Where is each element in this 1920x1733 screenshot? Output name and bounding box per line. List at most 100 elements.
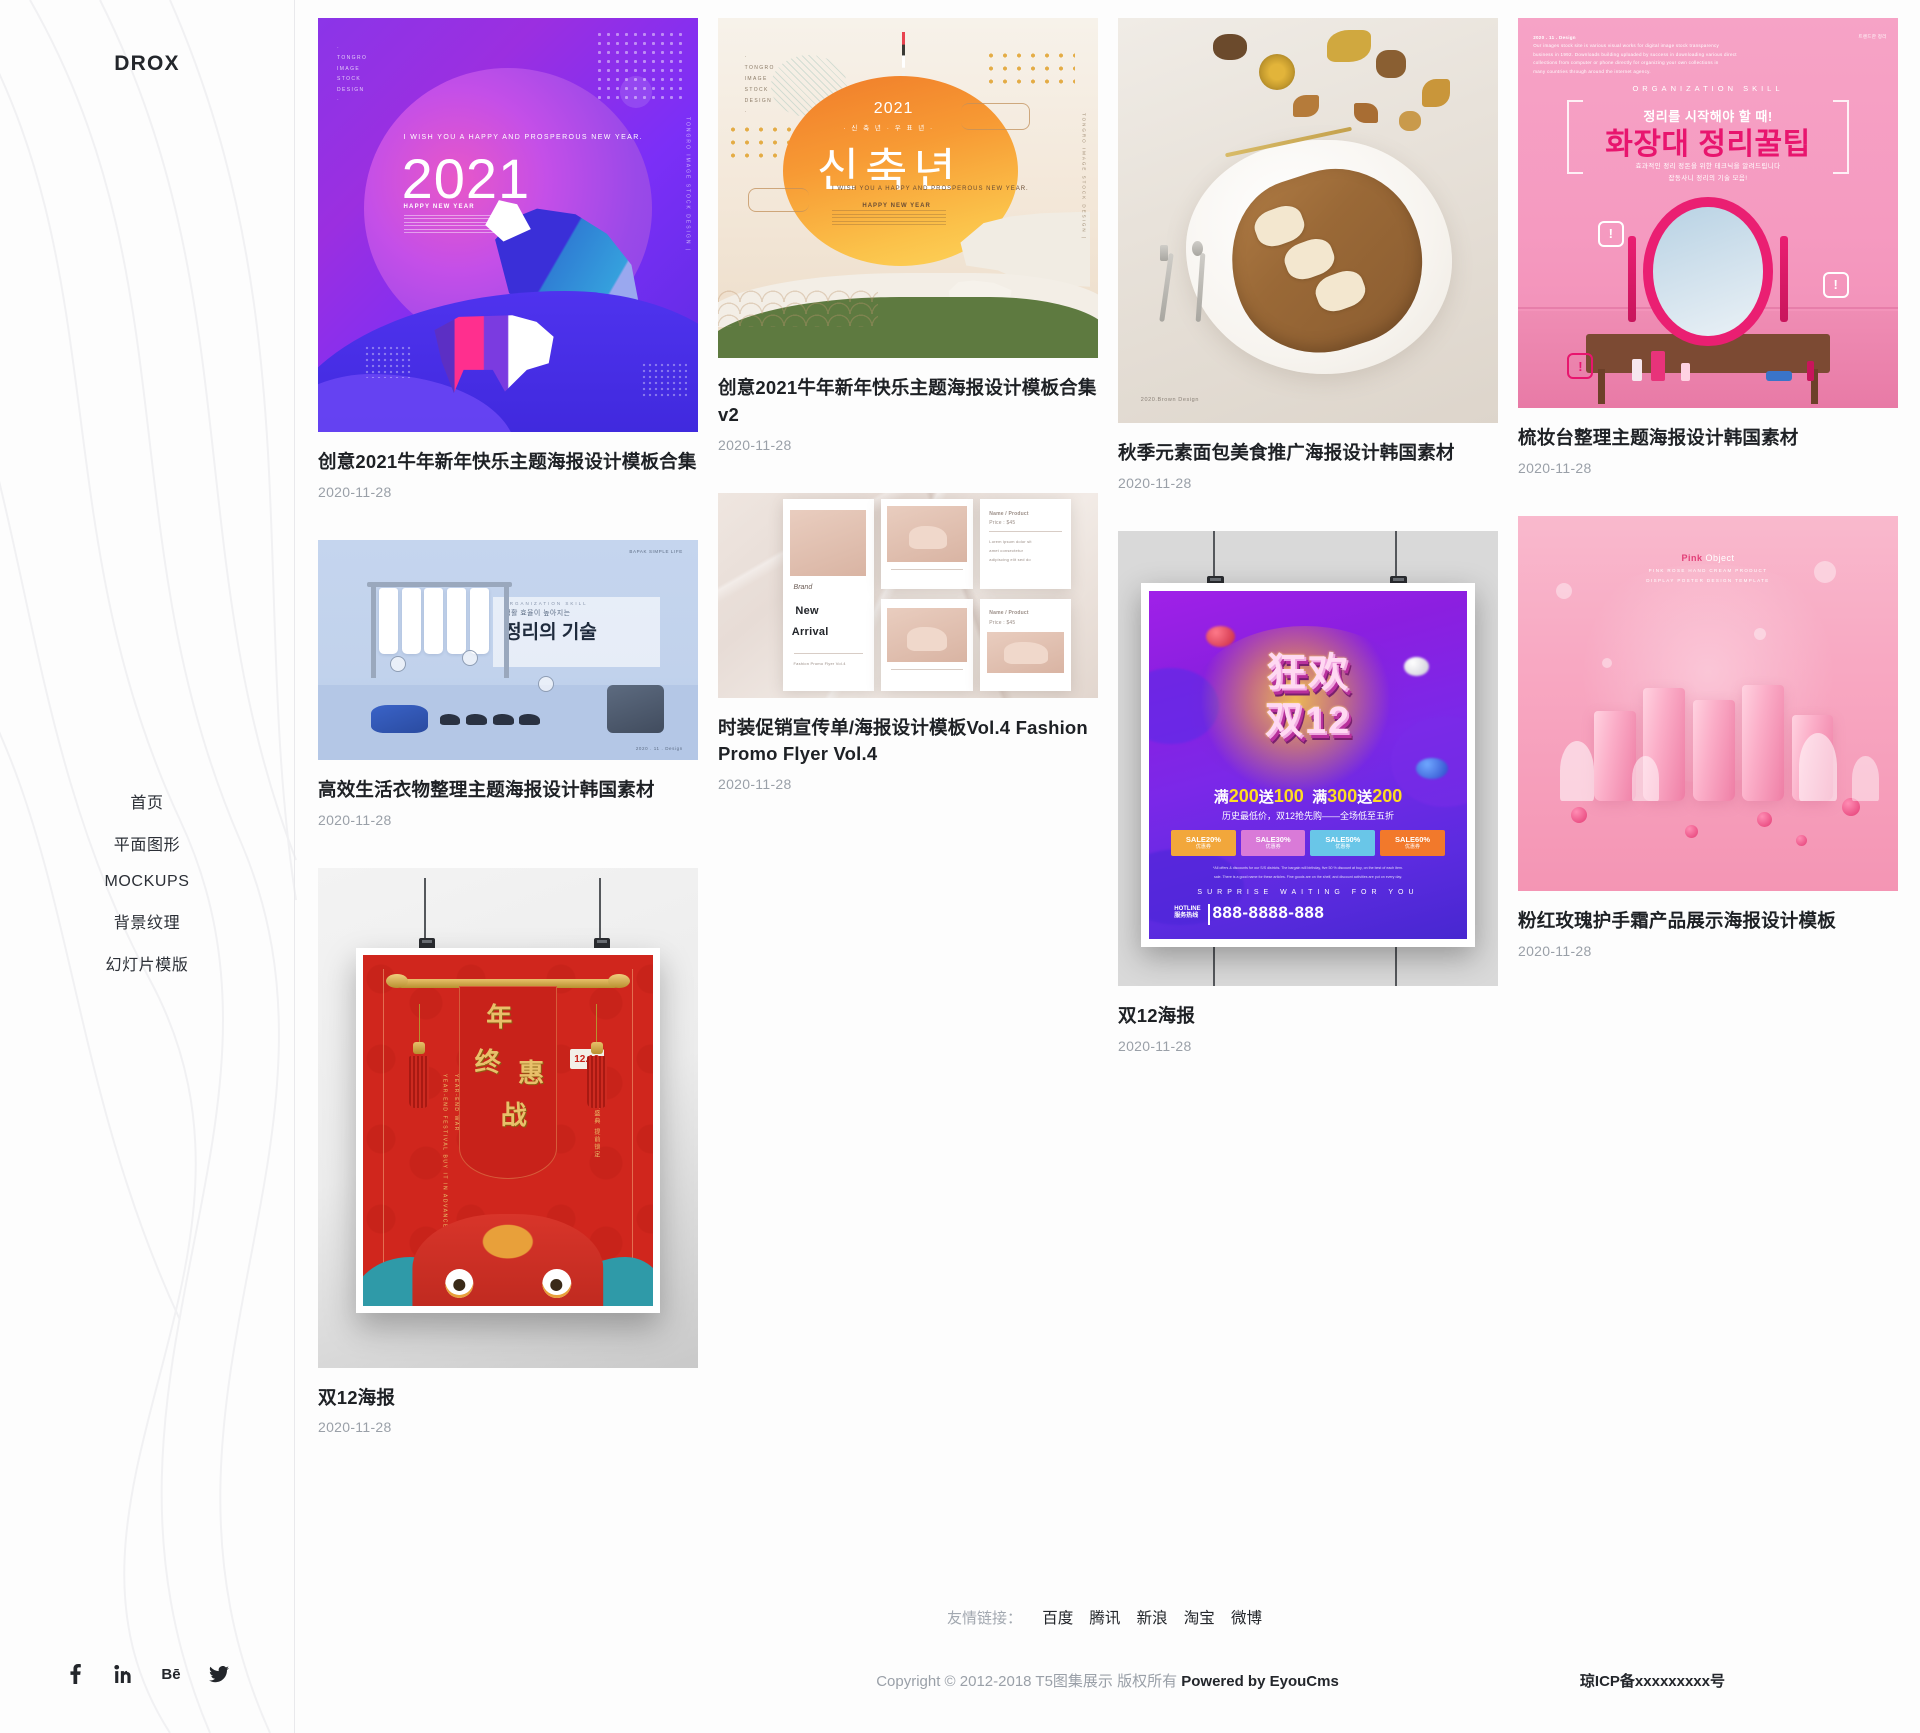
gallery-card[interactable]: 2020 . 11 . Design Our images stock site… <box>1518 18 1898 476</box>
cream-tube-4 <box>1742 684 1784 801</box>
friend-link-taobao[interactable]: 淘宝 <box>1184 1610 1215 1627</box>
gallery-card[interactable]: 2021 · 신 축 년 · 우 표 년 · 신축년 I WISH YOU A … <box>718 18 1098 453</box>
sidebar-item-home[interactable]: 首页 <box>0 780 294 822</box>
exclamation-bubble-2: ! <box>1822 271 1849 298</box>
cosmetic-case <box>1765 370 1792 381</box>
card-thumbnail[interactable]: Brand New Arrival Fashion Promo Flyer Vo… <box>718 492 1098 698</box>
flyer-sheet-4: Name / Product Price : $45 Lorem ipsum d… <box>980 498 1072 589</box>
coupon-label: SALE30% <box>1255 834 1291 844</box>
twitter-icon[interactable] <box>208 1663 230 1685</box>
rod-cap-left <box>386 973 409 988</box>
divider-line <box>989 531 1063 533</box>
gallery-card[interactable]: Brand New Arrival Fashion Promo Flyer Vo… <box>718 492 1098 792</box>
gallery-card[interactable]: ORGANIZATION SKILL 생활 효율이 높아지는 정리의 기술 BA… <box>318 539 698 828</box>
gallery-card[interactable]: 2020.Brown Design 秋季元素面包美食推广海报设计韩国素材 202… <box>1118 18 1498 491</box>
behance-icon[interactable]: Bē <box>160 1663 182 1685</box>
friend-link-weibo[interactable]: 微博 <box>1231 1610 1262 1627</box>
vertical-line <box>631 968 633 1292</box>
cloud-line-right <box>961 103 1030 131</box>
card-thumbnail[interactable]: ORGANIZATION SKILL 생활 효율이 높아지는 정리의 기술 BA… <box>318 539 698 760</box>
gallery-column-3: 2020.Brown Design 秋季元素面包美食推广海报设计韩国素材 202… <box>1118 18 1498 1094</box>
sidebar-item-graphics[interactable]: 平面图形 <box>0 822 294 864</box>
tag-bubble <box>462 649 479 666</box>
card-title[interactable]: 高效生活衣物整理主题海报设计韩国素材 <box>318 777 698 804</box>
branch-decor-right <box>984 48 1076 90</box>
promo-gift-2: 200 <box>1372 786 1403 806</box>
coupon-sub: 优惠券 <box>1405 844 1421 851</box>
poster-year-text: 2021 <box>873 99 914 117</box>
vertical-text-left: YEAR-END FESTIVAL BUY IT IN ADVANCE <box>441 1073 448 1229</box>
card-thumbnail[interactable]: 年 终 惠 战 12.12 YEAR-END FESTIVAL BUY IT I… <box>318 867 698 1368</box>
card-title[interactable]: 双12海报 <box>1118 1003 1498 1030</box>
card-title[interactable]: 秋季元素面包美食推广海报设计韩国素材 <box>1118 440 1498 467</box>
flyer-new-text: New <box>795 604 819 617</box>
exclamation-bubble-3: ! <box>1567 353 1594 380</box>
gallery-card[interactable]: Pink Object PINK ROSE HAND CREAM PRODUCT… <box>1518 515 1898 959</box>
poster-wish-text: I WISH YOU A HAPPY AND PROSPEROUS NEW YE… <box>832 186 1029 193</box>
cosmetic-bottle-1 <box>1632 358 1642 381</box>
mirror-post-left <box>1628 236 1637 323</box>
card-thumbnail[interactable]: 2021 · 신 축 년 · 우 표 년 · 신축년 I WISH YOU A … <box>718 18 1098 358</box>
cosmetic-bottle-2 <box>1651 350 1665 381</box>
flyer-label-name: Name / Product <box>989 511 1029 518</box>
coupon-row: SALE20% 优惠券 SALE30% 优惠券 SALE50% 优惠券 SALE… <box>1171 829 1445 856</box>
gallery-column-4: 2020 . 11 . Design Our images stock site… <box>1518 18 1898 999</box>
poster-corner-text: · TONGRO IMAGE STOCK DESIGN · <box>337 44 368 104</box>
sidebar-item-mockups[interactable]: MOCKUPS <box>0 864 294 900</box>
hotline-en: HOTLINE <box>1174 906 1201 913</box>
gallery-card[interactable]: 年 终 惠 战 12.12 YEAR-END FESTIVAL BUY IT I… <box>318 867 698 1435</box>
card-title[interactable]: 时装促销宣传单/海报设计模板Vol.4 Fashion Promo Flyer … <box>718 715 1098 769</box>
card-thumbnail[interactable]: 狂欢 双12 满200送100 满300送200 历史最低价，双12抢先购——全… <box>1118 530 1498 986</box>
card-thumbnail[interactable]: 2020 . 11 . Design Our images stock site… <box>1518 18 1898 408</box>
card-title[interactable]: 梳妆台整理主题海报设计韩国素材 <box>1518 425 1898 452</box>
decor-ball <box>1757 812 1773 828</box>
flower-decor-2 <box>1422 78 1450 107</box>
promo-mid-2: 送 <box>1357 789 1373 806</box>
poster-char-4: 战 <box>500 1100 527 1131</box>
promo-amount-2: 300 <box>1327 786 1358 806</box>
card-thumbnail[interactable]: · TONGRO IMAGE STOCK DESIGN · TONGRO IMA… <box>318 18 698 432</box>
gallery-column-1: · TONGRO IMAGE STOCK DESIGN · TONGRO IMA… <box>318 18 698 1475</box>
mirror-post-right <box>1779 236 1788 323</box>
card-title[interactable]: 双12海报 <box>318 1385 698 1412</box>
friend-link-tencent[interactable]: 腾讯 <box>1089 1610 1120 1627</box>
sidebar-item-textures[interactable]: 背景纹理 <box>0 900 294 942</box>
shoe-object <box>439 713 461 725</box>
cream-tube-1 <box>1594 710 1636 801</box>
card-title[interactable]: 粉红玫瑰护手霜产品展示海报设计模板 <box>1518 908 1898 935</box>
poster-art-2021-purple: · TONGRO IMAGE STOCK DESIGN · TONGRO IMA… <box>318 18 698 432</box>
coupon-2[interactable]: SALE30% 优惠券 <box>1240 829 1306 856</box>
coupon-4[interactable]: SALE60% 优惠券 <box>1380 829 1445 856</box>
rod-cap-right <box>607 973 630 988</box>
card-title[interactable]: 创意2021牛年新年快乐主题海报设计模板合集v2 <box>718 375 1098 429</box>
coupon-3[interactable]: SALE50% 优惠券 <box>1310 829 1376 856</box>
gallery-card[interactable]: · TONGRO IMAGE STOCK DESIGN · TONGRO IMA… <box>318 18 698 500</box>
linkedin-icon[interactable] <box>112 1663 134 1685</box>
promo-pre-2: 满 <box>1312 789 1328 806</box>
facebook-icon[interactable] <box>64 1663 86 1685</box>
poster-title-main: Pink <box>1681 553 1703 564</box>
divider-line <box>890 569 964 571</box>
poster-line-4: 잡동사니 정리의 기술 모음! <box>1668 175 1748 183</box>
coupon-label: SALE20% <box>1185 834 1221 844</box>
icp-license[interactable]: 琼ICP备xxxxxxxxx号 <box>1580 1670 1725 1691</box>
sidebar-item-slides[interactable]: 幻灯片模版 <box>0 942 294 984</box>
poster-inner: 狂欢 双12 满200送100 满300送200 历史最低价，双12抢先购——全… <box>1148 591 1468 940</box>
card-thumbnail[interactable]: Pink Object PINK ROSE HAND CREAM PRODUCT… <box>1518 515 1898 891</box>
card-title[interactable]: 创意2021牛年新年快乐主题海报设计模板合集 <box>318 449 698 476</box>
site-logo[interactable]: DROX <box>0 52 294 76</box>
poster-kicker: ORGANIZATION SKILL <box>1632 84 1784 94</box>
poster-line-2: 화장대 정리꿀팁 <box>1605 128 1811 162</box>
poster-surprise-text: SURPRISE WAITING FOR YOU <box>1197 888 1419 896</box>
poster-fine-print-2: sale. There is a good name for these art… <box>1213 874 1403 879</box>
bag-object <box>371 704 429 734</box>
gallery-card[interactable]: 狂欢 双12 满200送100 满300送200 历史最低价，双12抢先购——全… <box>1118 530 1498 1054</box>
friend-link-baidu[interactable]: 百度 <box>1042 1610 1073 1627</box>
poster-art-pink-vanity: 2020 . 11 . Design Our images stock site… <box>1518 18 1898 408</box>
card-thumbnail[interactable]: 2020.Brown Design <box>1118 18 1498 423</box>
card-date: 2020-11-28 <box>1518 459 1592 476</box>
tassel-left <box>409 1003 430 1108</box>
coupon-1[interactable]: SALE20% 优惠券 <box>1171 829 1236 856</box>
poster-sub-2: DISPLAY POSTER DESIGN TEMPLATE <box>1646 577 1770 583</box>
friend-link-sina[interactable]: 新浪 <box>1137 1610 1168 1627</box>
